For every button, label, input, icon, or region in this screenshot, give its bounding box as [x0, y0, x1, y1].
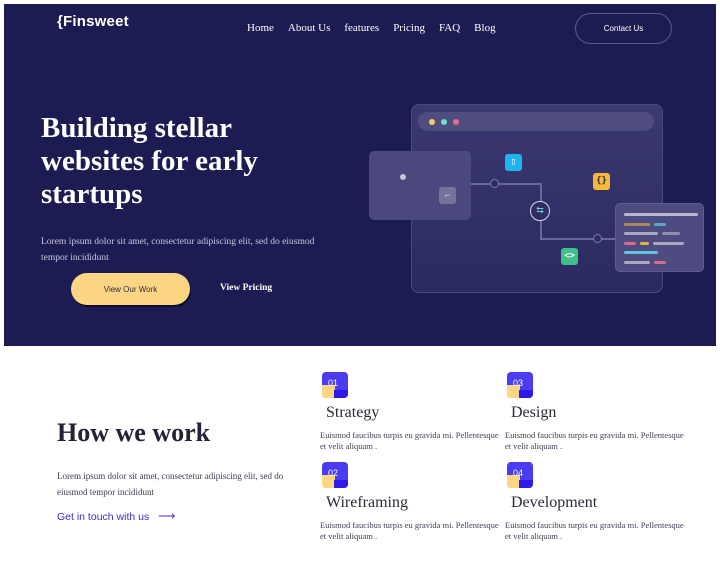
nav-pricing[interactable]: Pricing — [393, 22, 425, 34]
code-line — [624, 242, 636, 245]
nav-blog[interactable]: Blog — [474, 22, 495, 34]
step-number-badge: 04 — [507, 462, 533, 488]
left-card-graphic: ⌐ — [369, 151, 471, 220]
code-panel-graphic — [615, 203, 704, 272]
window-dot-red-icon — [453, 119, 459, 125]
hero-illustration: ⇆ ⌐ ▯ {} <> — [360, 95, 710, 305]
window-dot-yellow-icon — [429, 119, 435, 125]
code-line — [654, 223, 666, 226]
connector-line — [540, 238, 616, 240]
connector-line — [540, 220, 542, 239]
step-description: Euismod faucibus turpis eu gravida mi. P… — [505, 520, 684, 541]
step-description: Euismod faucibus turpis eu gravida mi. P… — [505, 430, 684, 451]
step-number-badge: 01 — [322, 372, 348, 398]
view-pricing-link[interactable]: View Pricing — [220, 283, 272, 293]
step-card: 04 Development Euismod faucibus turpis e… — [505, 462, 685, 542]
step-card: 03 Design Euismod faucibus turpis eu gra… — [505, 372, 685, 452]
step-number: 01 — [328, 378, 339, 388]
code-line — [640, 242, 649, 245]
card-dot-icon — [400, 174, 406, 180]
code-line — [654, 261, 666, 264]
view-our-work-button[interactable]: View Our Work — [71, 273, 190, 305]
connector-line — [540, 183, 542, 203]
step-number-badge: 02 — [322, 462, 348, 488]
nav-about-us[interactable]: About Us — [288, 22, 330, 34]
code-line — [624, 251, 658, 254]
file-icon: ▯ — [505, 154, 522, 171]
step-title: Design — [511, 404, 557, 421]
step-number: 02 — [328, 468, 339, 478]
braces-icon: {} — [593, 173, 610, 190]
contact-us-button[interactable]: Contact Us — [575, 13, 672, 44]
section-description: Lorem ipsum dolor sit amet, consectetur … — [57, 471, 284, 497]
code-line — [624, 232, 658, 235]
code-line — [653, 242, 684, 245]
step-card: 01 Strategy Euismod faucibus turpis eu g… — [320, 372, 500, 452]
sync-icon: ⇆ — [530, 201, 550, 221]
step-number: 04 — [513, 468, 524, 478]
window-dot-green-icon — [441, 119, 447, 125]
step-description: Euismod faucibus turpis eu gravida mi. P… — [320, 430, 499, 451]
nav-home[interactable]: Home — [247, 22, 274, 34]
hero-description: Lorem ipsum dolor sit amet, consectetur … — [41, 237, 315, 263]
step-number-badge: 03 — [507, 372, 533, 398]
code-line — [662, 232, 680, 235]
inbox-icon: ⌐ — [439, 187, 456, 204]
step-title: Wireframing — [326, 494, 408, 511]
hero-title: Building stellar websites for early star… — [41, 112, 258, 210]
connector-line — [471, 183, 541, 185]
main-nav: Home About Us features Pricing FAQ Blog — [247, 22, 510, 34]
step-title: Strategy — [326, 404, 380, 421]
code-icon: <> — [561, 248, 578, 265]
nav-faq[interactable]: FAQ — [439, 22, 460, 34]
section-title: How we work — [57, 418, 211, 447]
step-number: 03 — [513, 378, 524, 388]
step-card: 02 Wireframing Euismod faucibus turpis e… — [320, 462, 500, 542]
logo[interactable]: {Finsweet — [57, 13, 129, 30]
connector-node-icon — [593, 234, 602, 243]
step-description: Euismod faucibus turpis eu gravida mi. P… — [320, 520, 499, 541]
code-line — [624, 223, 650, 226]
step-title: Development — [511, 494, 598, 511]
code-line — [624, 213, 698, 216]
get-in-touch-label: Get in touch with us — [57, 511, 150, 523]
get-in-touch-link[interactable]: Get in touch with us ⟶ — [57, 509, 175, 523]
nav-features[interactable]: features — [344, 22, 379, 34]
browser-toolbar-graphic — [418, 112, 654, 131]
arrow-right-icon: ⟶ — [158, 509, 176, 523]
connector-node-icon — [490, 179, 499, 188]
code-line — [624, 261, 650, 264]
